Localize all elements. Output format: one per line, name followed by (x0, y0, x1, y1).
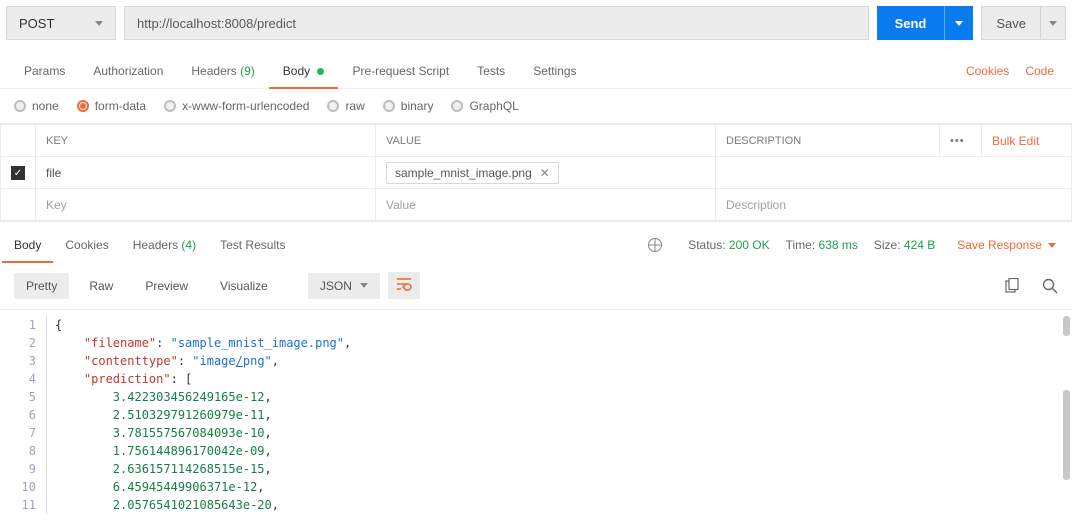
scrollbar-thumb[interactable] (1063, 316, 1070, 336)
time-value: 638 ms (819, 238, 858, 252)
new-value-input[interactable]: Value (376, 189, 716, 221)
radio-icon (383, 100, 395, 112)
tab-tests[interactable]: Tests (463, 54, 519, 88)
th-description: DESCRIPTION (716, 125, 940, 157)
more-options-icon[interactable]: ••• (950, 135, 965, 147)
send-dropdown[interactable] (944, 6, 973, 40)
th-value: VALUE (376, 125, 716, 157)
headers-count: (9) (240, 64, 255, 78)
save-label: Save (982, 16, 1040, 31)
chevron-down-icon (360, 283, 368, 288)
body-type-none[interactable]: none (14, 99, 59, 113)
tab-params[interactable]: Params (10, 54, 79, 88)
view-pretty[interactable]: Pretty (14, 273, 69, 299)
resp-tab-cookies[interactable]: Cookies (53, 228, 120, 262)
save-button[interactable]: Save (981, 6, 1066, 40)
wrap-icon (396, 277, 412, 291)
code-link[interactable]: Code (1017, 54, 1062, 88)
save-response-button[interactable]: Save Response (951, 238, 1062, 252)
body-type-urlencoded[interactable]: x-www-form-urlencoded (164, 99, 309, 113)
cookies-link[interactable]: Cookies (958, 54, 1017, 88)
globe-icon[interactable] (648, 238, 662, 252)
view-visualize[interactable]: Visualize (208, 273, 280, 299)
code-content: { "filename": "sample_mnist_image.png", … (46, 316, 1072, 514)
url-input[interactable] (124, 6, 869, 40)
tab-prerequest[interactable]: Pre-request Script (338, 54, 463, 88)
view-raw[interactable]: Raw (77, 273, 125, 299)
body-has-content-dot (317, 68, 324, 75)
tab-settings[interactable]: Settings (519, 54, 590, 88)
radio-icon (77, 100, 89, 112)
scrollbar-thumb[interactable] (1063, 390, 1070, 480)
tab-authorization[interactable]: Authorization (79, 54, 177, 88)
radio-icon (14, 100, 26, 112)
resp-headers-count: (4) (181, 238, 196, 252)
row-key[interactable]: file (36, 157, 376, 189)
formdata-table: KEY VALUE DESCRIPTION ••• Bulk Edit ✓ fi… (0, 124, 1072, 221)
body-type-formdata[interactable]: form-data (77, 99, 146, 113)
http-method-select[interactable]: POST (6, 6, 116, 40)
resp-tab-body[interactable]: Body (2, 228, 53, 262)
table-row-new: Key Value Description (1, 189, 1072, 221)
status-value: 200 OK (729, 238, 770, 252)
body-type-graphql[interactable]: GraphQL (451, 99, 518, 113)
tab-body-label: Body (283, 64, 310, 78)
line-gutter: 1234567891011 (0, 316, 46, 514)
new-key-input[interactable]: Key (36, 189, 376, 221)
row-value[interactable]: sample_mnist_image.png ✕ (376, 157, 716, 189)
view-preview[interactable]: Preview (133, 273, 200, 299)
body-type-binary[interactable]: binary (383, 99, 434, 113)
search-icon[interactable] (1042, 278, 1058, 294)
th-key: KEY (36, 125, 376, 157)
tab-headers[interactable]: Headers (9) (177, 54, 268, 88)
size-value: 424 B (904, 238, 935, 252)
bulk-edit-link[interactable]: Bulk Edit (992, 134, 1039, 148)
response-body[interactable]: 1234567891011 { "filename": "sample_mnis… (0, 310, 1072, 520)
new-desc-input[interactable]: Description (716, 189, 1072, 221)
radio-icon (451, 100, 463, 112)
send-button[interactable]: Send (877, 6, 974, 40)
copy-icon[interactable] (1005, 278, 1020, 293)
remove-file-icon[interactable]: ✕ (540, 166, 550, 180)
radio-icon (327, 100, 339, 112)
chevron-down-icon (1049, 21, 1057, 26)
resp-tab-headers[interactable]: Headers (4) (121, 228, 208, 262)
file-name: sample_mnist_image.png (395, 166, 532, 180)
chevron-down-icon (95, 21, 103, 26)
http-method-label: POST (19, 16, 54, 31)
send-label: Send (877, 16, 945, 31)
save-dropdown[interactable] (1040, 7, 1065, 39)
format-select[interactable]: JSON (308, 273, 380, 299)
chevron-down-icon (955, 21, 963, 26)
radio-icon (164, 100, 176, 112)
tab-headers-label: Headers (191, 64, 236, 78)
body-type-raw[interactable]: raw (327, 99, 364, 113)
wrap-lines-button[interactable] (388, 272, 420, 299)
chevron-down-icon (1048, 243, 1056, 248)
tab-body[interactable]: Body (269, 54, 339, 88)
row-checkbox[interactable]: ✓ (11, 166, 25, 180)
resp-tab-tests[interactable]: Test Results (208, 228, 297, 262)
file-chip: sample_mnist_image.png ✕ (386, 162, 559, 184)
table-row: ✓ file sample_mnist_image.png ✕ (1, 157, 1072, 189)
